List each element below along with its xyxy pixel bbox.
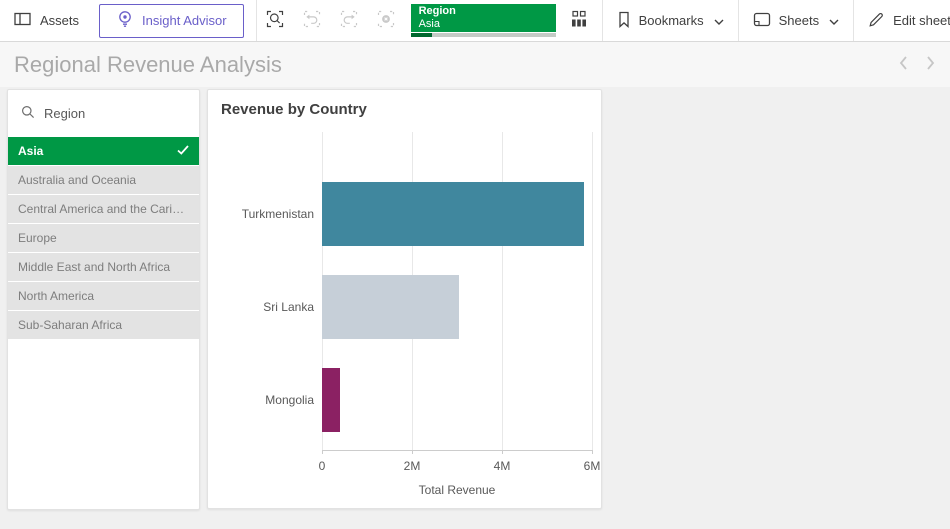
sheets-label: Sheets — [779, 13, 819, 28]
app-objects-button[interactable] — [556, 0, 602, 41]
prev-icon — [898, 55, 909, 74]
clear-selections-icon — [377, 10, 395, 31]
insight-advisor-button[interactable]: Insight Advisor — [99, 4, 244, 38]
assets-button[interactable]: Assets — [0, 0, 93, 41]
insight-advisor-icon — [116, 10, 134, 31]
selection-chip-body: Region Asia — [411, 4, 556, 32]
region-item-label: Middle East and North Africa — [18, 260, 170, 274]
app-objects-icon — [569, 10, 589, 31]
sheet-area: Region Asia Australia and Oceania Central … — [0, 87, 950, 528]
page-title: Regional Revenue Analysis — [14, 52, 282, 78]
gridline — [592, 132, 593, 450]
chart-title: Revenue by Country — [221, 101, 367, 118]
axis-tick — [592, 450, 593, 454]
sheet-titlebar: Regional Revenue Analysis — [0, 42, 950, 87]
selection-progress-fill — [411, 33, 433, 37]
region-filter-panel: Region Asia Australia and Oceania Central … — [7, 89, 200, 510]
gridline — [502, 132, 503, 450]
insight-advisor-label: Insight Advisor — [142, 13, 227, 28]
sheet-icon — [753, 12, 771, 30]
next-sheet-button[interactable] — [925, 55, 936, 74]
selection-field-value: Asia — [419, 18, 548, 31]
axis-tick — [322, 450, 323, 454]
selection-field-name: Region — [419, 5, 548, 18]
axis-tick — [502, 450, 503, 454]
bookmarks-button[interactable]: Bookmarks — [603, 0, 738, 41]
region-list-item[interactable]: Middle East and North Africa — [8, 253, 199, 281]
chevron-down-icon — [714, 13, 724, 28]
region-list: Asia Australia and Oceania Central America… — [8, 137, 199, 339]
axis-tick — [412, 450, 413, 454]
previous-sheet-button[interactable] — [898, 55, 909, 74]
assets-label: Assets — [40, 13, 79, 28]
undo-button[interactable] — [294, 0, 331, 41]
check-icon — [177, 144, 189, 158]
bar-plot: Total Revenue 02M4M6MTurkmenistanSri Lan… — [322, 132, 592, 451]
region-item-label: Asia — [18, 144, 43, 158]
bookmarks-label: Bookmarks — [639, 13, 704, 28]
edit-sheet-button[interactable]: Edit sheet — [854, 0, 950, 41]
category-label: Sri Lanka — [209, 275, 314, 339]
selection-progress-track — [411, 33, 556, 37]
assets-panel-icon — [14, 11, 32, 30]
region-item-label: North America — [18, 289, 94, 303]
region-list-item[interactable]: Sub-Saharan Africa — [8, 311, 199, 339]
sheets-button[interactable]: Sheets — [739, 0, 853, 41]
category-label: Turkmenistan — [209, 182, 314, 246]
redo-button[interactable] — [331, 0, 368, 41]
region-item-label: Central America and the Cari… — [18, 202, 184, 216]
undo-icon — [303, 10, 321, 31]
bar-mongolia[interactable] — [322, 368, 340, 432]
region-item-label: Australia and Oceania — [18, 173, 136, 187]
next-icon — [925, 55, 936, 74]
region-list-item[interactable]: Central America and the Cari… — [8, 195, 199, 223]
bar-turkmenistan[interactable] — [322, 182, 584, 246]
redo-icon — [340, 10, 358, 31]
region-item-label: Europe — [18, 231, 57, 245]
search-icon — [21, 105, 35, 122]
edit-sheet-label: Edit sheet — [893, 13, 950, 28]
region-list-item[interactable]: Australia and Oceania — [8, 166, 199, 194]
revenue-chart-panel: Revenue by Country Total Revenue 02M4M6M… — [207, 89, 602, 509]
smart-search-icon — [266, 10, 284, 31]
x-axis-title: Total Revenue — [419, 483, 496, 497]
region-list-item[interactable]: Asia — [8, 137, 199, 165]
clear-selections-button[interactable] — [368, 0, 405, 41]
selection-chip[interactable]: Region Asia — [411, 4, 556, 37]
region-list-item[interactable]: Europe — [8, 224, 199, 252]
region-filter-title: Region — [44, 106, 85, 121]
edit-icon — [868, 11, 885, 31]
toolbar: Assets Insight Advisor — [0, 0, 950, 42]
region-filter-header[interactable]: Region — [8, 90, 199, 137]
x-tick-label: 6M — [584, 459, 601, 473]
x-tick-label: 4M — [494, 459, 511, 473]
x-tick-label: 0 — [319, 459, 326, 473]
region-list-item[interactable]: North America — [8, 282, 199, 310]
chevron-down-icon — [829, 13, 839, 28]
category-label: Mongolia — [209, 368, 314, 432]
region-item-label: Sub-Saharan Africa — [18, 318, 122, 332]
bar-sri-lanka[interactable] — [322, 275, 459, 339]
bookmark-icon — [617, 11, 631, 31]
x-tick-label: 2M — [404, 459, 421, 473]
smart-search-button[interactable] — [257, 0, 294, 41]
